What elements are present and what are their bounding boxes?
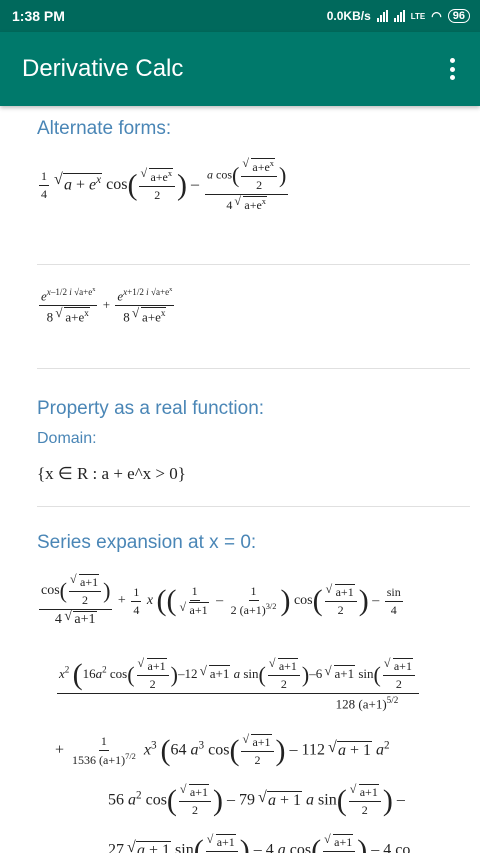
status-time: 1:38 PM xyxy=(12,8,65,24)
domain-value: {x ∈ R : a + e^x > 0} xyxy=(37,464,186,483)
alternate-form-2: ex–1/2 i √a+ex8 a+ex + ex+1/2 i √a+ex8 a… xyxy=(37,286,176,326)
series-term-5: 27 a + 1 sin(a+12) – 4 a cos(a+12) – 4 c… xyxy=(108,832,410,853)
network-speed: 0.0KB/s xyxy=(326,9,371,23)
app-bar: Derivative Calc xyxy=(0,32,480,106)
series-term-3: + 11536 (a+1)7/2 x3 (64 a3 cos(a+12) – 1… xyxy=(55,732,390,768)
app-title: Derivative Calc xyxy=(22,55,184,82)
series-term-2: x2 (16a2 cos(a+12)–12 a+1 a sin(a+12)–6 … xyxy=(55,656,421,712)
divider xyxy=(37,368,470,369)
property-title: Property as a real function: xyxy=(37,398,265,419)
signal-icon-2 xyxy=(393,10,405,22)
divider xyxy=(37,264,470,265)
alternate-form-1: 14 a + ex cos(a+ex2) – a cos(a+ex2)4 a+e… xyxy=(37,156,290,213)
lte-badge: LTE xyxy=(410,11,426,21)
more-options-icon[interactable] xyxy=(440,55,464,83)
status-bar: 1:38 PM 0.0KB/s LTE ◠ 96 xyxy=(0,0,480,32)
battery-icon: 96 xyxy=(447,9,470,23)
wifi-icon: ◠ xyxy=(431,9,442,23)
series-term-4: 56 a2 cos(a+12) – 79 a + 1 a sin(a+12) – xyxy=(108,782,405,818)
series-title: Series expansion at x = 0: xyxy=(37,532,257,553)
domain-label: Domain: xyxy=(37,430,97,447)
status-icons: 0.0KB/s LTE ◠ 96 xyxy=(327,9,470,23)
divider xyxy=(37,506,470,507)
series-term-1: cos(a+12)4 a+1 + 14 x ((1a+1 – 12 (a+1)3… xyxy=(37,572,405,628)
results-content[interactable]: Alternate forms: 14 a + ex cos(a+ex2) – … xyxy=(0,106,480,853)
alternate-forms-title: Alternate forms: xyxy=(37,118,172,139)
signal-icon xyxy=(376,10,388,22)
